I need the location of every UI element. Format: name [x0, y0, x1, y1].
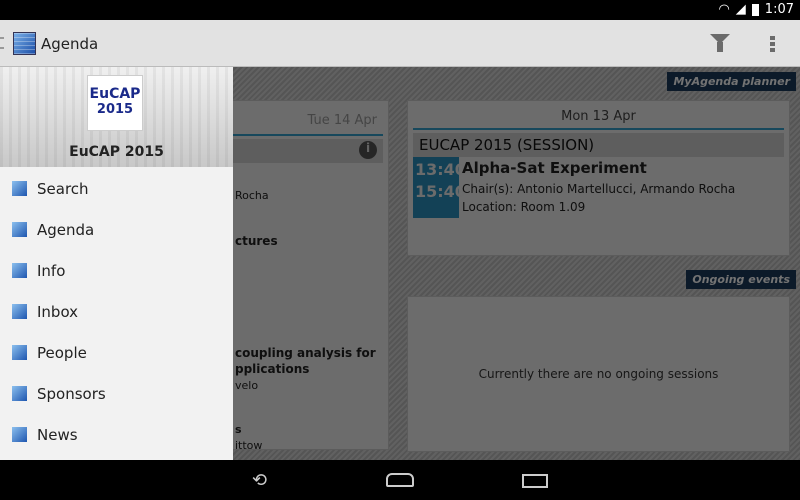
event-title: pplications — [235, 362, 310, 376]
overflow-menu-icon[interactable] — [770, 36, 775, 53]
item-label: Sponsors — [37, 384, 106, 403]
conference-name: EuCAP 2015 — [69, 144, 164, 160]
battery-icon — [751, 3, 759, 16]
recents-icon[interactable] — [522, 474, 548, 488]
item-label: Search — [37, 179, 89, 198]
back-icon[interactable]: ⟲ — [252, 470, 267, 491]
event-text: velo — [235, 379, 259, 392]
event-title: Alpha-Sat Experiment — [462, 159, 647, 177]
drawer-item-sponsors[interactable]: Sponsors — [0, 373, 233, 414]
drawer-item-info[interactable]: Info — [0, 250, 233, 291]
end-time: 15:40 — [415, 182, 466, 201]
item-label: People — [37, 343, 87, 362]
session-header: EUCAP 2015 (SESSION) — [413, 133, 784, 157]
wifi-icon: ◠ — [718, 2, 730, 17]
info-icon[interactable]: i — [359, 141, 377, 159]
people-icon — [12, 345, 27, 360]
event-row[interactable]: 13:40 15:40 Alpha-Sat Experiment Chair(s)… — [413, 157, 784, 218]
page-title: Agenda — [41, 35, 99, 53]
drawer-item-inbox[interactable]: Inbox — [0, 291, 233, 332]
clock: 1:07 — [764, 2, 794, 17]
navigation-drawer: EuCAP 2015 EuCAP 2015 Search Agenda Info … — [0, 67, 233, 460]
ongoing-card: Currently there are no ongoing sessions — [407, 296, 790, 452]
sponsors-icon — [12, 386, 27, 401]
drawer-item-agenda[interactable]: Agenda — [0, 209, 233, 250]
drawer-header: EuCAP 2015 EuCAP 2015 — [0, 67, 233, 167]
system-nav-bar: ⟲ — [0, 460, 800, 500]
status-bar: ◠ ◢ 1:07 — [0, 0, 800, 20]
signal-icon: ◢ — [735, 2, 746, 17]
myagenda-tag: MyAgenda planner — [667, 72, 796, 91]
empty-message: Currently there are no ongoing sessions — [478, 367, 719, 381]
event-text: Rocha — [235, 189, 269, 202]
news-icon — [12, 427, 27, 442]
drawer-item-search[interactable]: Search — [0, 168, 233, 209]
event-text: ittow — [235, 439, 263, 452]
drawer-item-news[interactable]: News — [0, 414, 233, 455]
day-tab[interactable]: Mon 13 Apr — [413, 101, 784, 130]
drawer-item-people[interactable]: People — [0, 332, 233, 373]
item-label: News — [37, 425, 78, 444]
item-label: Info — [37, 261, 66, 280]
inbox-icon — [12, 304, 27, 319]
event-location: Location: Room 1.09 — [462, 200, 586, 214]
eucap-logo: EuCAP 2015 — [87, 75, 143, 131]
item-label: Agenda — [37, 220, 95, 239]
ongoing-tag: Ongoing events — [686, 270, 796, 289]
drawer-indicator-icon[interactable] — [0, 37, 4, 49]
event-chairs: Chair(s): Antonio Martellucci, Armando R… — [462, 182, 736, 196]
info-icon — [12, 263, 27, 278]
event-title[interactable]: coupling analysis for — [235, 346, 376, 360]
calendar-icon — [12, 222, 27, 237]
myagenda-card: Mon 13 Apr EUCAP 2015 (SESSION) 13:40 15:… — [407, 100, 790, 256]
item-label: Inbox — [37, 302, 79, 321]
home-icon[interactable] — [386, 473, 414, 487]
action-bar: Agenda — [0, 20, 800, 67]
event-title[interactable]: ctures — [235, 234, 278, 248]
event-title[interactable]: s — [235, 423, 242, 436]
filter-icon[interactable] — [710, 34, 730, 52]
app-calendar-icon[interactable] — [13, 32, 36, 55]
search-icon — [12, 181, 27, 196]
start-time: 13:40 — [415, 160, 466, 179]
